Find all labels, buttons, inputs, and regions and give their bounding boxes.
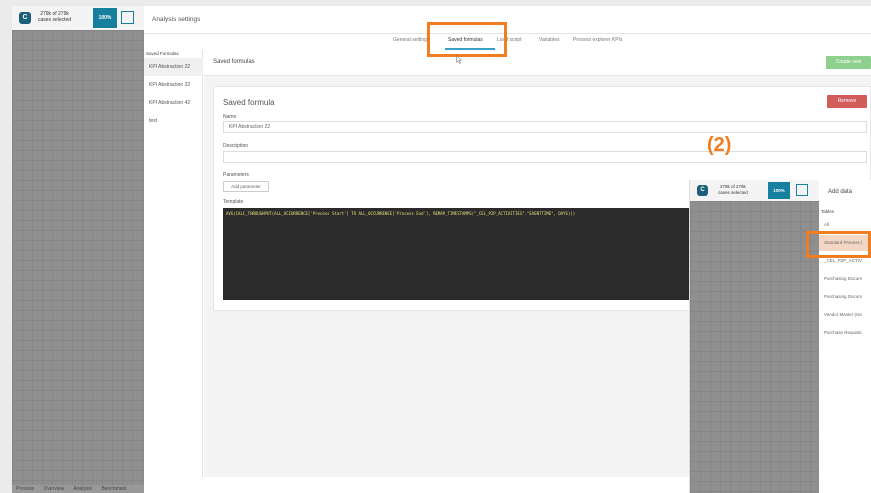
name-field[interactable]: KPI Abstraction 22 [223,121,867,133]
mouse-cursor-icon [456,55,462,64]
modal-title: Analysis settings [152,16,201,23]
saved-formulas-highlight [427,22,507,57]
table-item-purchasing-document[interactable]: Purchasing Docum [819,271,871,287]
sidebar-item-kpi-abstraction-32[interactable]: KPI Abstraction 32 [144,76,203,94]
description-label: Description [223,143,249,149]
inset-case-counter-value: 279k of 279k [720,184,746,189]
inset-logo-icon[interactable]: C [697,185,708,196]
template-label: Template [223,199,244,205]
canvas-grid [12,30,144,485]
add-component-icon[interactable] [121,11,134,24]
inset-background-app: C 279k of 279k cases selected 100% [690,180,819,493]
add-data-panel: Add data Tables All Standard Process ( _… [819,180,871,493]
inset-app-header: C 279k of 279k cases selected 100% [690,180,819,201]
tab-variables[interactable]: Variables [539,37,559,43]
content-title: Saved formulas [213,59,255,65]
sidebar-item-kpi-abstraction-22[interactable]: KPI Abstraction 22 [144,58,203,76]
standard-process-highlight [806,231,871,258]
tab-process-explorer-kpis[interactable]: Process explorer KPIs [573,37,622,43]
selection-percent-badge[interactable]: 100% [93,8,117,28]
inset-add-component-icon[interactable] [796,184,808,196]
table-item-purchasing-document-2[interactable]: Purchasing Docum [819,289,871,305]
tab-general-settings[interactable]: General settings [393,37,429,43]
add-parameter-button[interactable]: Add parameter [223,181,269,192]
sheet-tab[interactable]: Analysis [73,486,92,492]
remove-button[interactable]: Remove [827,95,867,108]
card-title: Saved formula [223,98,275,107]
table-item-vendor-master[interactable]: Vendor Master (Ge [819,307,871,323]
tables-label: Tables [821,209,835,214]
modal-header: Analysis settings [144,6,871,34]
sheet-tab[interactable]: Overview [43,486,64,492]
saved-formulas-sidebar: Saved Formulas KPI Abstraction 22 KPI Ab… [144,50,203,477]
description-field[interactable] [223,151,867,163]
case-counter: 279k of 279k cases selected [38,11,71,23]
add-data-title: Add data [828,189,853,195]
app-header: C 279k of 279k cases selected 100% [12,6,144,30]
sheet-tab[interactable]: Benchmark [101,486,126,492]
content-header: Saved formulas Create new [204,50,871,76]
inset-case-counter-caption: cases selected [718,189,748,195]
table-item-purchase-requisition[interactable]: Purchase Requisiti [819,325,871,341]
add-data-inset: C 279k of 279k cases selected 100% Add d… [689,180,871,493]
name-label: Name [223,114,237,120]
parameters-label: Parameters [223,172,249,178]
create-new-button[interactable]: Create new [826,56,871,69]
sidebar-item-kpi-abstraction-42[interactable]: KPI Abstraction 42 [144,94,203,112]
inset-selection-percent-badge[interactable]: 100% [768,182,790,199]
step-annotation-label: (2) [707,134,732,156]
sheet-tab[interactable]: Process [16,486,34,492]
background-app: C 279k of 279k cases selected 100% Proce… [12,6,144,493]
celonis-logo-icon[interactable]: C [19,12,31,24]
inset-canvas-grid [690,201,819,493]
sidebar-heading: Saved Formulas [146,51,179,56]
case-counter-caption: cases selected [38,17,72,23]
inset-case-counter: 279k of 279k cases selected [718,184,748,195]
sidebar-item-test[interactable]: test [144,112,203,130]
sheet-tabs: Process Overview Analysis Benchmark [12,485,144,493]
